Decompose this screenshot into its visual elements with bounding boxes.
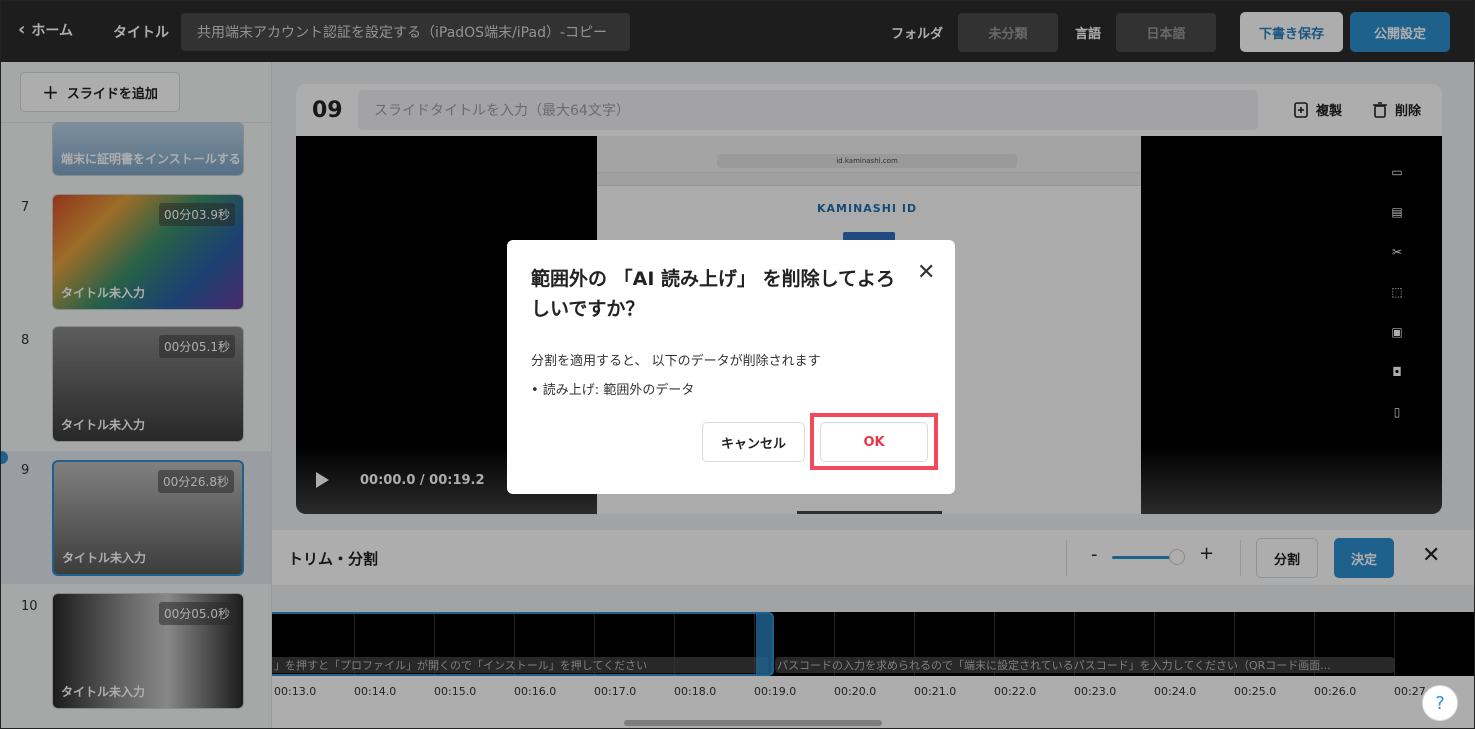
ok-button[interactable]: OK bbox=[820, 422, 928, 462]
cancel-button[interactable]: キャンセル bbox=[702, 422, 805, 462]
help-button[interactable]: ? bbox=[1422, 685, 1458, 721]
dialog-heading: 範囲外の 「AI 読み上げ」 を削除してよろしいですか？ bbox=[531, 268, 896, 320]
confirm-dialog: 範囲外の 「AI 読み上げ」 を削除してよろしいですか？ ✕ 分割を適用すると、… bbox=[507, 240, 955, 494]
dialog-bullet: • 読み上げ: 範囲外のデータ bbox=[531, 383, 695, 398]
dialog-body: 分割を適用すると、 以下のデータが削除されます bbox=[531, 354, 821, 369]
close-icon[interactable]: ✕ bbox=[917, 260, 935, 285]
